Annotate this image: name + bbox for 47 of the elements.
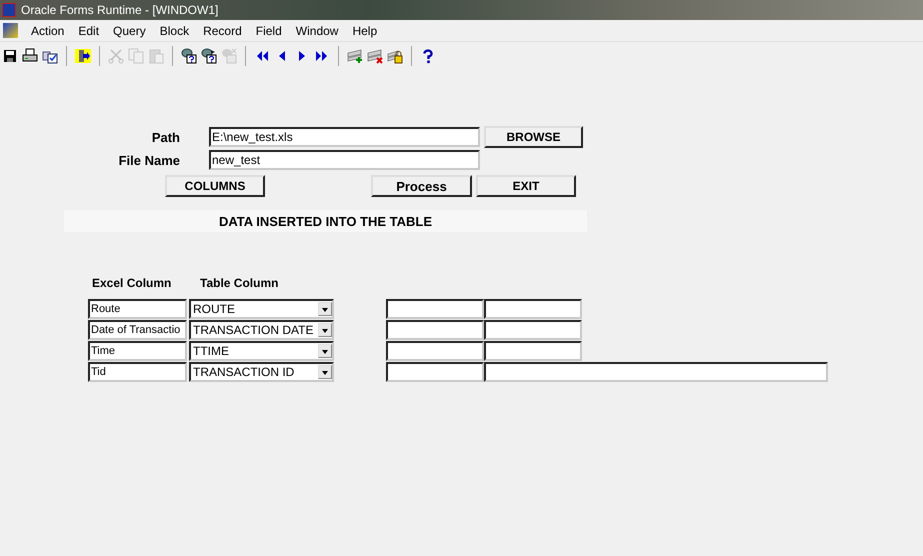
menu-item[interactable]: Help — [345, 24, 384, 38]
menu-item[interactable]: Record — [196, 24, 249, 38]
text-field[interactable] — [484, 340, 582, 360]
column-header: Table Column — [200, 276, 278, 292]
menu-item[interactable]: Action — [24, 24, 72, 38]
columns-button[interactable]: COLUMNS — [165, 175, 265, 197]
text-field[interactable] — [484, 298, 582, 318]
text-field[interactable] — [484, 362, 828, 382]
field-label: Path — [150, 130, 180, 144]
query-icon[interactable] — [181, 48, 197, 64]
menu-item[interactable]: Field — [248, 24, 289, 38]
process-button[interactable]: Process — [371, 175, 472, 197]
app-icon — [2, 3, 16, 17]
banner-text: DATA INSERTED INTO THE TABLE — [218, 214, 432, 228]
app-icon[interactable] — [3, 23, 18, 38]
last-record-icon[interactable] — [314, 48, 330, 64]
table-column-dropdown[interactable]: ROUTE — [189, 298, 334, 318]
column-header: Excel Column — [92, 276, 172, 292]
excel-column-field[interactable]: Time — [88, 340, 187, 360]
menu-item[interactable]: Window — [288, 24, 346, 38]
excel-column-field[interactable]: Route — [88, 298, 187, 318]
table-column-dropdown[interactable]: TRANSACTION ID — [189, 362, 334, 382]
save-icon[interactable] — [2, 48, 18, 64]
text-field[interactable] — [386, 340, 484, 360]
table-column-dropdown[interactable]: TRANSACTION DATE — [189, 320, 334, 340]
table-column-dropdown[interactable]: TTIME — [189, 340, 334, 360]
exit-button[interactable]: EXIT — [476, 175, 576, 197]
text-field[interactable] — [386, 298, 484, 318]
text-field[interactable] — [386, 320, 484, 340]
query-icon[interactable] — [201, 48, 217, 64]
excel-column-field[interactable]: Date of Transactio — [88, 320, 187, 340]
browse-button[interactable]: BROWSE — [484, 126, 583, 148]
window-title: Oracle Forms Runtime - [WINDOW1] — [21, 3, 218, 17]
text-field[interactable] — [484, 320, 582, 340]
exit-door-icon[interactable] — [75, 48, 91, 64]
insert-record-icon[interactable] — [347, 48, 363, 64]
menu-item[interactable]: Block — [152, 24, 196, 38]
delete-record-icon[interactable] — [367, 48, 383, 64]
path-field[interactable]: E:\new_test.xls — [209, 127, 480, 147]
field-label: File Name — [118, 152, 180, 168]
printer-icon[interactable] — [22, 48, 38, 64]
excel-column-field[interactable]: Tid — [88, 362, 187, 382]
menu-item[interactable]: Edit — [71, 24, 106, 38]
menu-item[interactable]: Query — [106, 24, 153, 38]
lock-icon[interactable] — [387, 48, 403, 64]
text-field[interactable] — [386, 362, 484, 382]
file-name-field[interactable]: new_test — [209, 150, 480, 170]
